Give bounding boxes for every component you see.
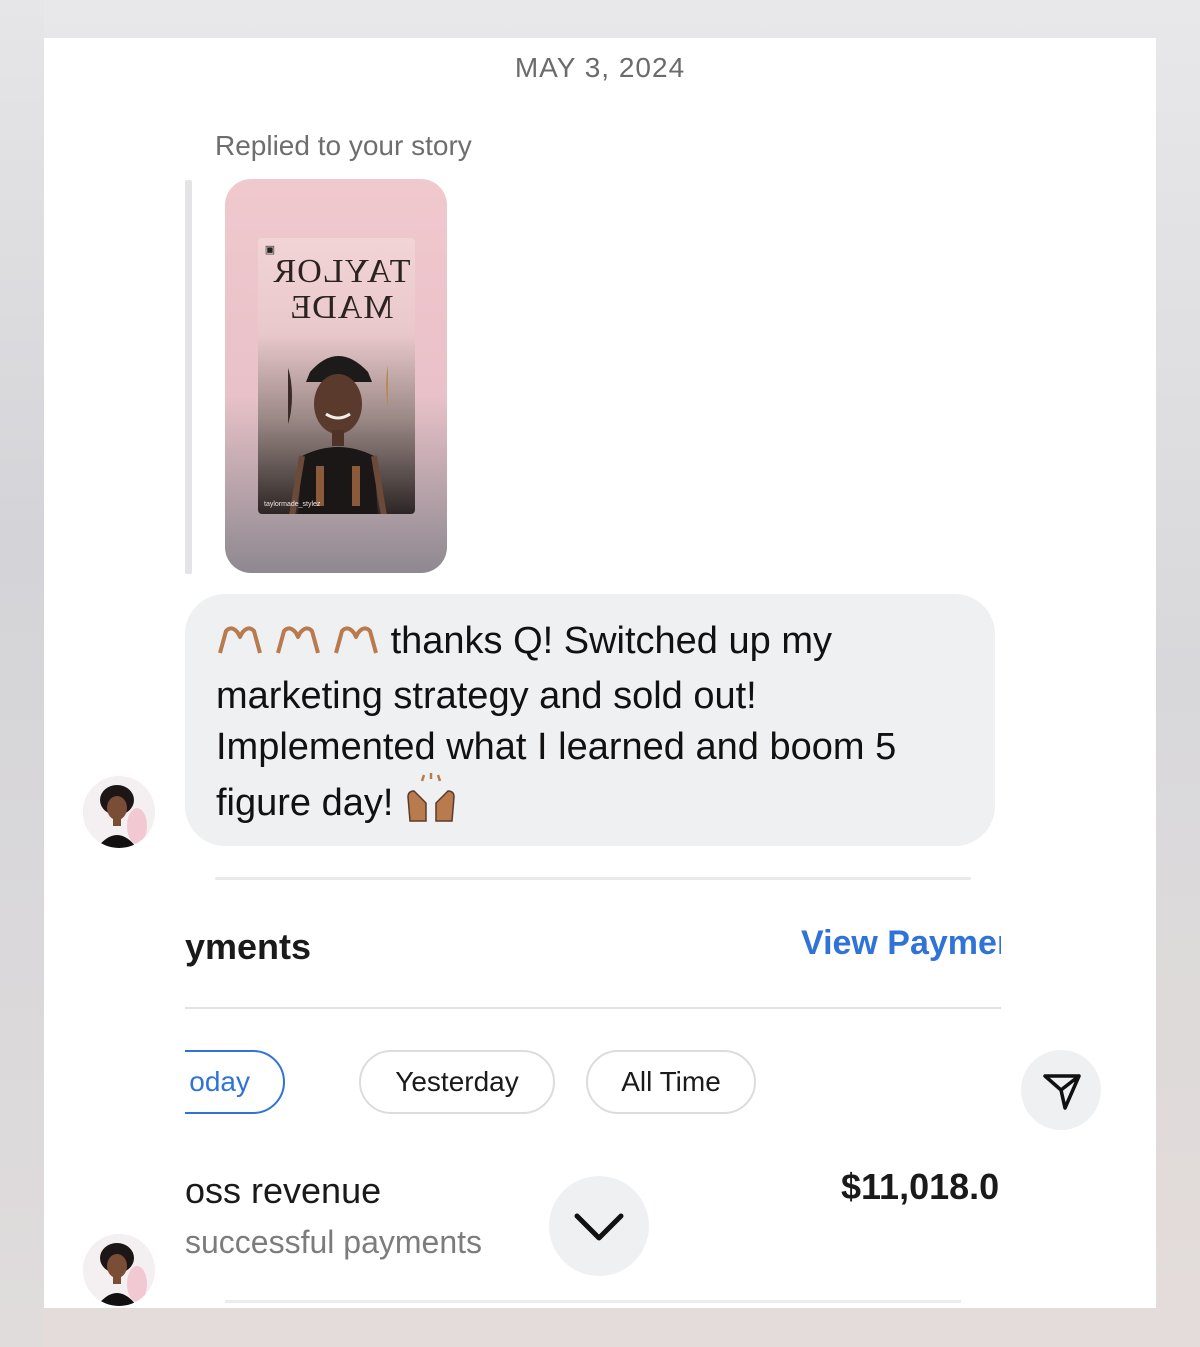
story-watermark: taylormade_stylez (264, 501, 321, 508)
story-reply-label: Replied to your story (215, 130, 472, 161)
message-line3: Implemented what I learned and boom 5 (216, 726, 897, 768)
shared-payments-screenshot: yments View Paymen oday Yesterday All Ti… (185, 874, 1001, 1304)
scroll-down-button[interactable] (549, 1176, 649, 1276)
background-edge (0, 0, 44, 1347)
divider (185, 1007, 1001, 1009)
divider (225, 1300, 961, 1303)
filter-yesterday: Yesterday (359, 1050, 555, 1114)
story-person-illustration (288, 356, 388, 514)
chevron-down-icon (574, 1213, 624, 1241)
date-header: MAY 3, 2024 (514, 52, 686, 83)
divider (215, 877, 971, 880)
avatar-image (83, 1234, 155, 1306)
payments-section-title: yments (185, 926, 312, 967)
chat-screen: MAY 3, 2024 Replied to your story ▣ TAYL… (44, 38, 1156, 1308)
message-line4: figure day! (216, 782, 394, 824)
view-payments-link: View Paymen (801, 924, 1001, 962)
heart-hands-icon (216, 620, 380, 671)
avatar[interactable] (83, 1234, 155, 1306)
message-text: thanks Q! Switched up my marketing strat… (216, 616, 965, 837)
story-preview[interactable]: ▣ TAYLOR MADE taylormade_stylez (225, 179, 447, 573)
reply-quote-bar (185, 180, 192, 574)
message-line1: thanks Q! Switched up my (390, 620, 832, 662)
filter-today: oday (185, 1050, 285, 1114)
story-sign-text: TAYLOR MADE (272, 253, 411, 326)
story-thumbnail: ▣ TAYLOR MADE taylormade_stylez (258, 238, 415, 514)
send-icon (1043, 1074, 1081, 1110)
successful-payments-label: successful payments (185, 1224, 483, 1260)
message-bubble[interactable]: thanks Q! Switched up my marketing strat… (185, 594, 995, 846)
gross-revenue-value: $11,018.0 (841, 1166, 1000, 1207)
filter-all-time: All Time (586, 1050, 756, 1114)
avatar[interactable] (83, 776, 155, 848)
raising-hands-icon (404, 773, 458, 837)
story-sign-line2: MADE (289, 289, 394, 326)
gross-revenue-label: oss revenue (185, 1170, 382, 1211)
message-line2: marketing strategy and sold out! (216, 675, 757, 717)
share-button[interactable] (1021, 1050, 1101, 1130)
avatar-image (83, 776, 155, 848)
story-sign-line1: TAYLOR (272, 253, 411, 290)
